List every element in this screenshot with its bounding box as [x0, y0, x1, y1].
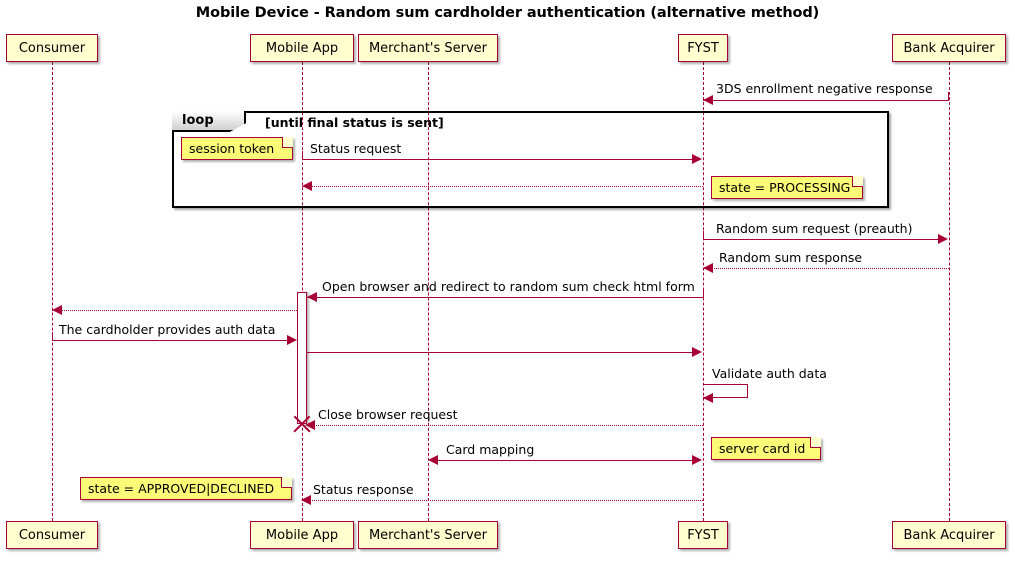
message-line-3ds-enrollment [703, 100, 949, 101]
activation-bar-mobile-app [297, 292, 307, 424]
message-tail-open-browser [702, 289, 704, 298]
message-label-random-sum-request: Random sum request (preauth) [716, 221, 913, 236]
note-fold-corner [852, 175, 864, 187]
message-line-submit-auth-data [307, 352, 693, 353]
message-line-cardholder-auth-data [52, 340, 287, 341]
note-fold-corner [281, 476, 293, 488]
message-line-status-request-return [302, 186, 703, 187]
message-tail-status-request [301, 151, 303, 160]
message-arrowhead-card-mapping-right [692, 455, 702, 465]
message-arrowhead-random-sum-request [938, 234, 948, 244]
message-line-close-browser [307, 425, 703, 426]
note-server-card-id: server card id [711, 436, 822, 460]
participant-fyst-top[interactable]: FYST [678, 34, 728, 62]
message-label-random-sum-response: Random sum response [719, 250, 863, 265]
message-label-validate-auth-data: Validate auth data [712, 366, 827, 381]
note-state-processing: state = PROCESSING [711, 175, 864, 199]
message-tail-cardholder-auth-data [51, 332, 53, 341]
message-line-card-mapping [433, 460, 693, 461]
participant-merchant-server-bottom[interactable]: Merchant's Server [358, 521, 498, 549]
message-label-close-browser: Close browser request [318, 407, 458, 422]
participant-label: Bank Acquirer [903, 40, 995, 56]
message-label-status-request: Status request [310, 141, 402, 156]
message-line-open-browser [307, 297, 703, 298]
message-label-card-mapping: Card mapping [446, 442, 535, 457]
note-text: state = PROCESSING [719, 180, 851, 195]
note-fold-corner [810, 436, 822, 448]
message-arrowhead-validate-auth-data [703, 393, 713, 403]
participant-merchant-server-top[interactable]: Merchant's Server [358, 34, 498, 62]
message-arrowhead-status-response [301, 495, 311, 505]
participant-label: Bank Acquirer [903, 527, 995, 543]
participant-mobile-app-bottom[interactable]: Mobile App [250, 521, 354, 549]
message-line-status-response [302, 500, 703, 501]
note-fold-corner [282, 136, 294, 148]
message-arrowhead-submit-auth-data [692, 347, 702, 357]
participant-label: FYST [687, 527, 719, 543]
participant-fyst-bottom[interactable]: FYST [678, 521, 728, 549]
participant-mobile-app-top[interactable]: Mobile App [250, 34, 354, 62]
message-tail-random-sum-request [702, 231, 704, 240]
message-line-browser-to-consumer [52, 310, 297, 311]
message-label-cardholder-auth-data: The cardholder provides auth data [59, 322, 276, 337]
participant-consumer-bottom[interactable]: Consumer [6, 521, 98, 549]
participant-label: Consumer [18, 40, 86, 56]
message-label-open-browser: Open browser and redirect to random sum … [322, 279, 695, 294]
note-text: session token [189, 141, 275, 156]
note-state-approved-declined: state = APPROVED|DECLINED [80, 476, 293, 500]
message-arrowhead-status-request [692, 154, 702, 164]
note-text: server card id [719, 441, 806, 456]
participant-bank-acquirer-bottom[interactable]: Bank Acquirer [892, 521, 1006, 549]
message-tail-3ds-enrollment [947, 92, 949, 101]
note-text: state = APPROVED|DECLINED [88, 481, 275, 496]
loop-fragment-tab: loop [172, 111, 246, 132]
message-arrowhead-browser-to-consumer [52, 305, 62, 315]
participant-bank-acquirer-top[interactable]: Bank Acquirer [892, 34, 1006, 62]
participant-label: FYST [687, 40, 719, 56]
loop-fragment-condition: [until final status is sent] [265, 115, 444, 130]
participant-label: Consumer [18, 527, 86, 543]
message-arrowhead-status-request-return [302, 181, 312, 191]
participant-label: Merchant's Server [368, 527, 488, 543]
message-arrowhead-3ds-enrollment [703, 95, 713, 105]
participant-consumer-top[interactable]: Consumer [6, 34, 98, 62]
diagram-title: Mobile Device - Random sum cardholder au… [195, 5, 820, 21]
sequence-diagram: Mobile Device - Random sum cardholder au… [0, 0, 1015, 561]
message-line-random-sum-response [703, 268, 949, 269]
message-line-random-sum-request [703, 239, 939, 240]
message-line-status-request [302, 159, 693, 160]
message-arrowhead-open-browser [307, 292, 317, 302]
participant-label: Mobile App [265, 40, 339, 56]
loop-fragment-label: loop [182, 113, 214, 128]
note-session-token: session token [181, 136, 294, 160]
message-arrowhead-random-sum-response [703, 263, 713, 273]
message-label-3ds-enrollment: 3DS enrollment negative response [716, 81, 933, 96]
message-arrowhead-card-mapping-left [428, 455, 438, 465]
message-arrowhead-cardholder-auth-data [287, 335, 297, 345]
lifeline-consumer [51, 62, 53, 521]
participant-label: Merchant's Server [368, 40, 488, 56]
message-label-status-response: Status response [313, 482, 414, 497]
participant-label: Mobile App [265, 527, 339, 543]
destroy-marker-mobile-app [291, 413, 313, 435]
lifeline-bank-acquirer [948, 62, 950, 521]
